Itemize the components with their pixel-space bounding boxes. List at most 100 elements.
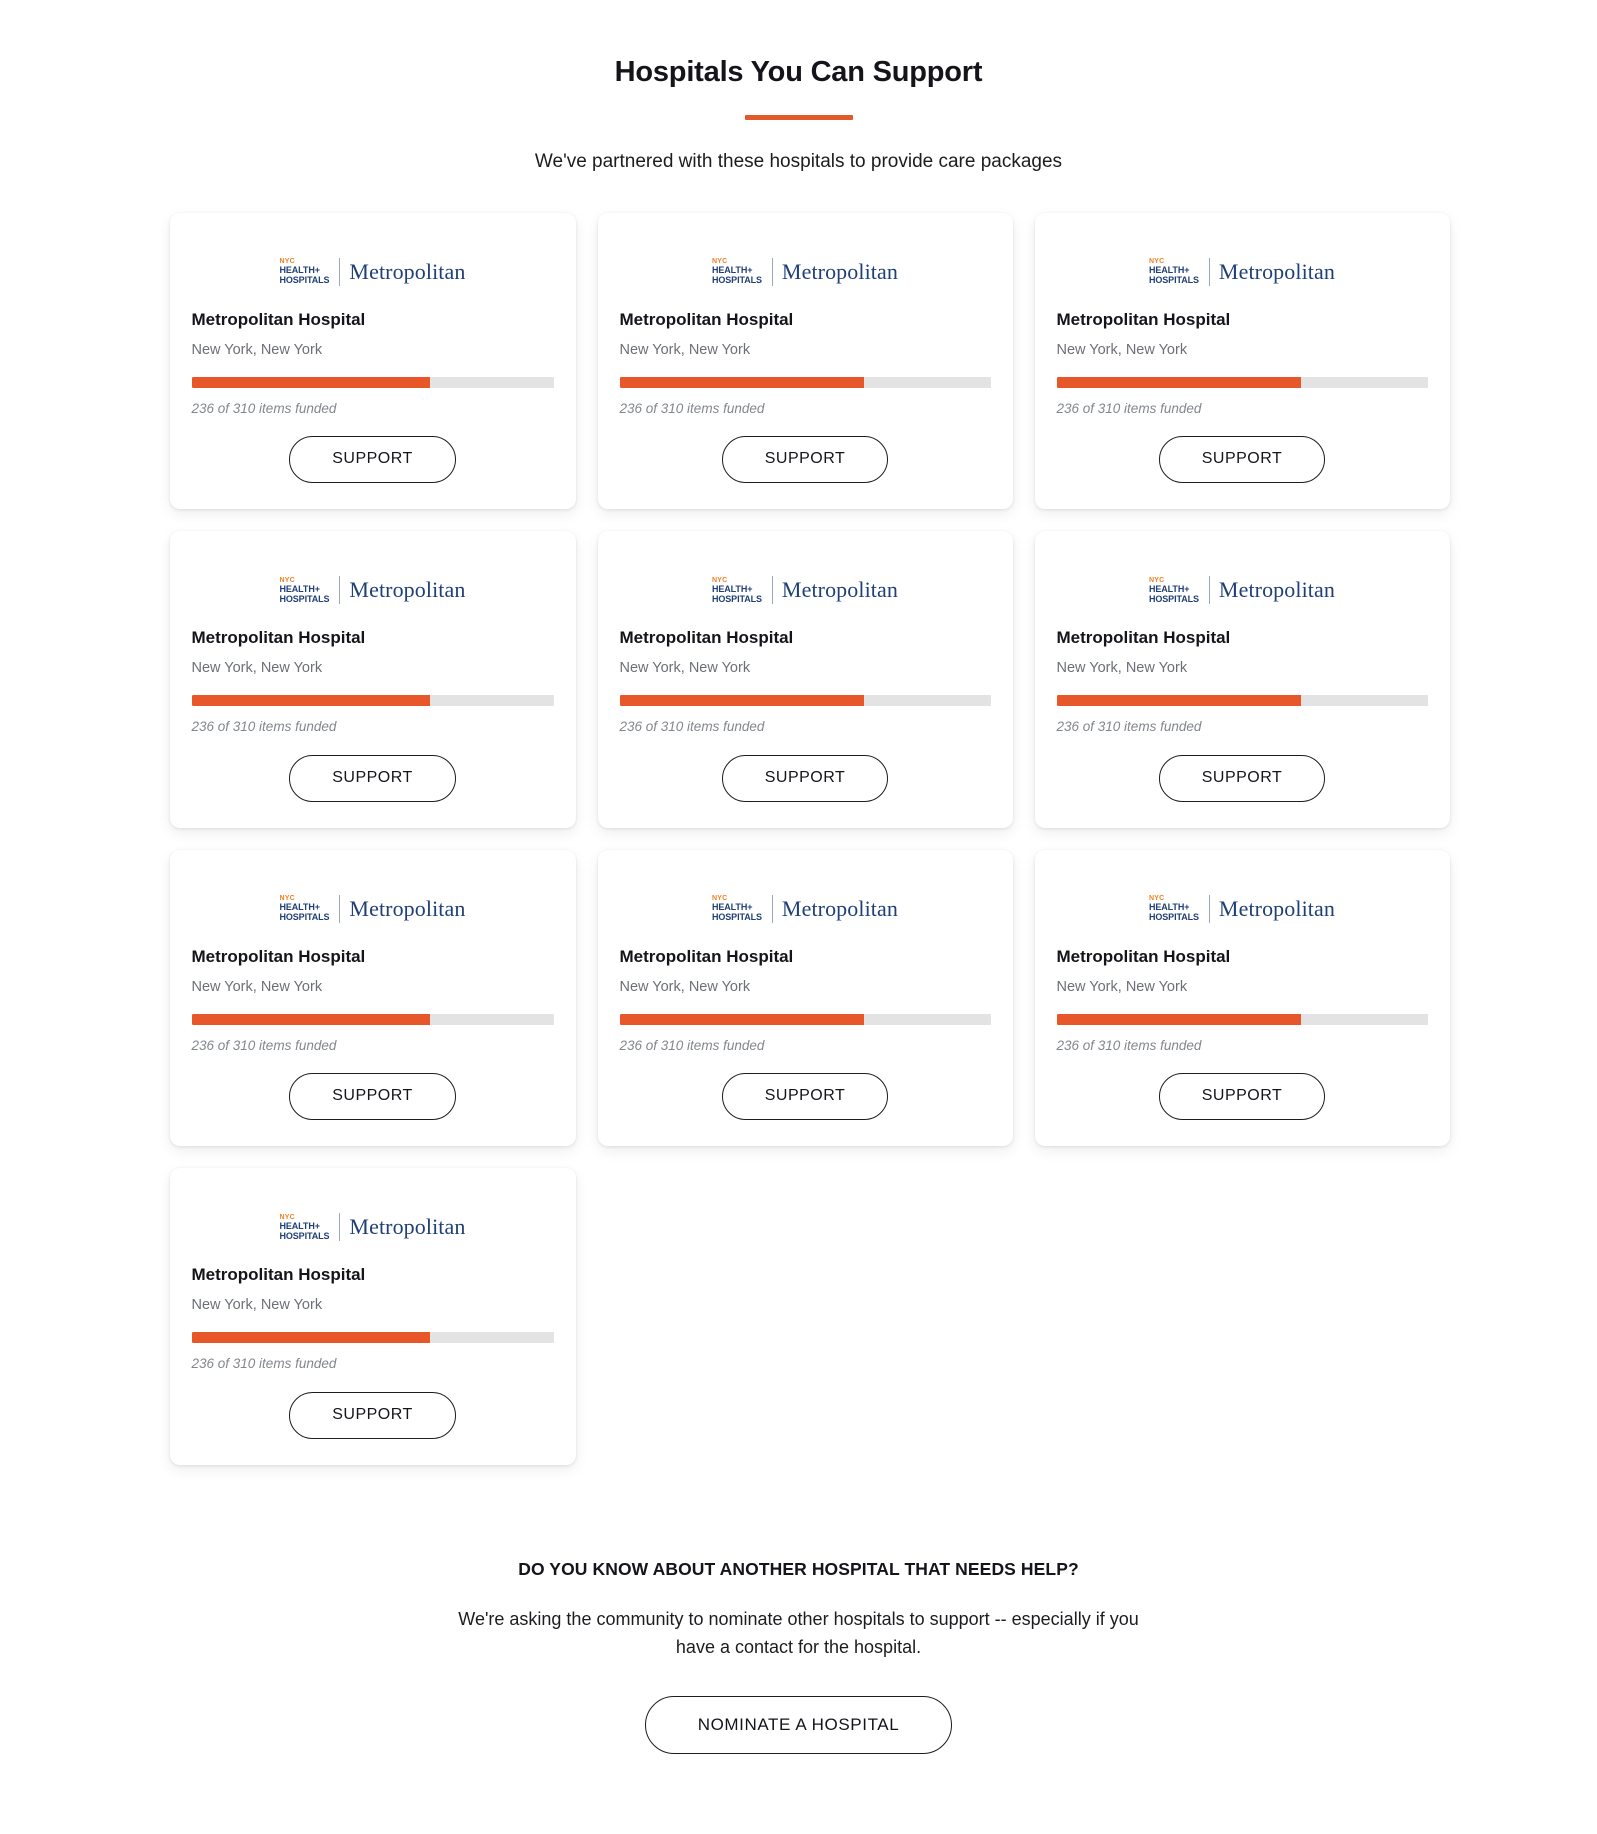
- support-button[interactable]: SUPPORT: [289, 754, 456, 802]
- funding-progress-fill: [619, 376, 865, 388]
- logo-health-text: HEALTH+: [1148, 583, 1190, 594]
- nyc-health-hospitals-metropolitan-logo: NYC HEALTH+ HOSPITALS Metropolitan: [620, 249, 991, 295]
- cta-heading: DO YOU KNOW ABOUT ANOTHER HOSPITAL THAT …: [518, 1558, 1079, 1579]
- funding-progress-bar: [191, 376, 554, 388]
- items-funded-label: 236 of 310 items funded: [1056, 400, 1202, 416]
- card-action-row: SUPPORT: [192, 1073, 554, 1121]
- funding-progress-fill: [191, 1332, 431, 1344]
- funding-progress-bar: [1056, 376, 1428, 388]
- hospital-card[interactable]: NYC HEALTH+ HOSPITALS Metropolitan Metropoli…: [597, 212, 1013, 510]
- nyc-health-hospitals-metropolitan-logo: NYC HEALTH+ HOSPITALS Metropolitan: [192, 1204, 554, 1250]
- logo-wordmark: Metropolitan: [1218, 258, 1335, 284]
- hospital-name: Metropolitan Hospital: [1056, 309, 1231, 329]
- nyc-health-hospitals-metropolitan-logo: NYC HEALTH+ HOSPITALS Metropolitan: [1057, 886, 1428, 932]
- items-funded-label: 236 of 310 items funded: [1056, 719, 1202, 735]
- hospital-card[interactable]: NYC HEALTH+ HOSPITALS Metropolitan Metropoli…: [597, 531, 1013, 828]
- items-funded-label: 236 of 310 items funded: [191, 400, 337, 416]
- support-button[interactable]: SUPPORT: [289, 1073, 456, 1121]
- logo-divider: [771, 576, 773, 605]
- funding-progress-bar: [191, 1332, 554, 1344]
- nyc-health-hospitals-metropolitan-logo: NYC HEALTH+ HOSPITALS Metropolitan: [620, 886, 991, 932]
- hospital-card[interactable]: NYC HEALTH+ HOSPITALS Metropolitan Metropoli…: [169, 531, 576, 828]
- logo-health-text: HEALTH+: [1148, 265, 1190, 276]
- logo-nyc-text: NYC: [1148, 258, 1165, 266]
- card-action-row: SUPPORT: [192, 754, 554, 802]
- support-button[interactable]: SUPPORT: [1158, 1073, 1326, 1121]
- logo-health-text: HEALTH+: [279, 583, 320, 594]
- items-funded-label: 236 of 310 items funded: [619, 400, 765, 416]
- support-button[interactable]: SUPPORT: [1158, 754, 1326, 802]
- nominate-a-hospital-button[interactable]: NOMINATE A HOSPITAL: [644, 1695, 953, 1754]
- hospitals-support-page: Hospitals You Can Support We've partnere…: [0, 0, 1597, 1834]
- logo-divider: [771, 257, 773, 286]
- support-button[interactable]: SUPPORT: [1158, 436, 1326, 484]
- logo-divider: [771, 894, 773, 923]
- card-action-row: SUPPORT: [192, 436, 554, 484]
- card-action-row: SUPPORT: [620, 754, 991, 802]
- funding-progress-fill: [191, 376, 431, 388]
- funding-progress-fill: [191, 695, 431, 707]
- hospital-card[interactable]: NYC HEALTH+ HOSPITALS Metropolitan Metropoli…: [1034, 531, 1450, 828]
- support-button[interactable]: SUPPORT: [289, 436, 456, 484]
- funding-progress-bar: [619, 376, 991, 388]
- logo-wordmark: Metropolitan: [349, 577, 466, 603]
- support-button[interactable]: SUPPORT: [721, 1073, 889, 1121]
- logo-hospitals-text: HOSPITALS: [279, 275, 330, 286]
- logo-hospitals-text: HOSPITALS: [711, 593, 762, 604]
- logo-hospitals-text: HOSPITALS: [711, 912, 762, 923]
- funding-progress-fill: [619, 1013, 865, 1025]
- card-action-row: SUPPORT: [1057, 754, 1428, 802]
- logo-divider: [1208, 894, 1210, 923]
- hospital-name: Metropolitan Hospital: [191, 628, 366, 648]
- nyc-health-hospitals-mark: NYC HEALTH+ HOSPITALS: [1149, 895, 1199, 922]
- support-button[interactable]: SUPPORT: [721, 754, 889, 802]
- logo-wordmark: Metropolitan: [1218, 895, 1335, 921]
- nyc-health-hospitals-mark: NYC HEALTH+ HOSPITALS: [279, 895, 329, 922]
- nyc-health-hospitals-mark: NYC HEALTH+ HOSPITALS: [712, 577, 762, 604]
- logo-health-text: HEALTH+: [279, 1220, 320, 1231]
- hospital-name: Metropolitan Hospital: [619, 309, 794, 329]
- logo-divider: [339, 257, 341, 286]
- hospital-card[interactable]: NYC HEALTH+ HOSPITALS Metropolitan Metropoli…: [597, 849, 1013, 1147]
- support-button[interactable]: SUPPORT: [721, 436, 889, 484]
- card-action-row: SUPPORT: [1057, 436, 1428, 484]
- funding-progress-bar: [1056, 695, 1428, 707]
- nyc-health-hospitals-metropolitan-logo: NYC HEALTH+ HOSPITALS Metropolitan: [620, 567, 991, 613]
- page-title: Hospitals You Can Support: [614, 56, 983, 88]
- hospital-location: New York, New York: [619, 341, 751, 358]
- logo-wordmark: Metropolitan: [1218, 577, 1335, 603]
- logo-hospitals-text: HOSPITALS: [279, 593, 330, 604]
- logo-divider: [339, 1213, 341, 1242]
- logo-wordmark: Metropolitan: [349, 895, 466, 921]
- hospital-card[interactable]: NYC HEALTH+ HOSPITALS Metropolitan Metropoli…: [169, 212, 576, 510]
- hospital-card[interactable]: NYC HEALTH+ HOSPITALS Metropolitan Metropoli…: [169, 1168, 576, 1465]
- nyc-health-hospitals-metropolitan-logo: NYC HEALTH+ HOSPITALS Metropolitan: [192, 886, 554, 932]
- hospital-card[interactable]: NYC HEALTH+ HOSPITALS Metropolitan Metropoli…: [1034, 849, 1450, 1147]
- hospital-location: New York, New York: [619, 660, 751, 677]
- hospital-location: New York, New York: [191, 978, 323, 995]
- logo-divider: [1208, 257, 1210, 286]
- funding-progress-fill: [1056, 1013, 1302, 1025]
- hospital-card-grid: NYC HEALTH+ HOSPITALS Metropolitan Metropoli…: [169, 212, 1450, 1465]
- funding-progress-fill: [1056, 695, 1302, 707]
- funding-progress-bar: [619, 1013, 991, 1025]
- logo-wordmark: Metropolitan: [349, 1214, 466, 1240]
- logo-wordmark: Metropolitan: [349, 258, 466, 284]
- nyc-health-hospitals-metropolitan-logo: NYC HEALTH+ HOSPITALS Metropolitan: [1057, 567, 1428, 613]
- hospital-location: New York, New York: [619, 978, 751, 995]
- items-funded-label: 236 of 310 items funded: [619, 719, 765, 735]
- nyc-health-hospitals-mark: NYC HEALTH+ HOSPITALS: [1149, 577, 1199, 604]
- nyc-health-hospitals-metropolitan-logo: NYC HEALTH+ HOSPITALS Metropolitan: [1057, 249, 1428, 295]
- card-action-row: SUPPORT: [192, 1391, 554, 1439]
- logo-health-text: HEALTH+: [711, 265, 753, 276]
- logo-hospitals-text: HOSPITALS: [1148, 275, 1199, 286]
- funding-progress-bar: [191, 695, 554, 707]
- hospital-card[interactable]: NYC HEALTH+ HOSPITALS Metropolitan Metropoli…: [169, 849, 576, 1147]
- page-subtitle: We've partnered with these hospitals to …: [534, 151, 1063, 173]
- hospital-card[interactable]: NYC HEALTH+ HOSPITALS Metropolitan Metropoli…: [1034, 212, 1450, 510]
- funding-progress-bar: [1056, 1013, 1428, 1025]
- page-header: Hospitals You Can Support We've partnere…: [0, 54, 1597, 176]
- support-button[interactable]: SUPPORT: [289, 1391, 456, 1439]
- items-funded-label: 236 of 310 items funded: [1056, 1037, 1202, 1053]
- nyc-health-hospitals-mark: NYC HEALTH+ HOSPITALS: [279, 1214, 329, 1241]
